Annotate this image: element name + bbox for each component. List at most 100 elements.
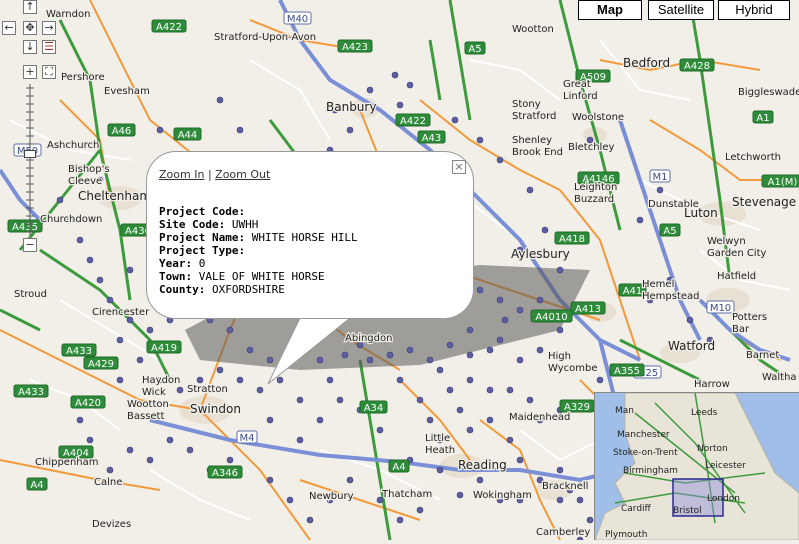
site-marker[interactable]	[266, 476, 274, 484]
site-marker[interactable]	[556, 496, 564, 504]
site-marker[interactable]	[326, 376, 334, 384]
info-zoom-out-link[interactable]: Zoom Out	[215, 168, 270, 181]
site-marker[interactable]	[346, 476, 354, 484]
site-marker[interactable]	[486, 386, 494, 394]
site-marker[interactable]	[496, 156, 504, 164]
site-marker[interactable]	[556, 266, 564, 274]
site-marker[interactable]	[256, 386, 264, 394]
site-marker[interactable]	[226, 326, 234, 334]
site-marker[interactable]	[316, 416, 324, 424]
site-marker[interactable]	[466, 376, 474, 384]
zoom-box-button[interactable]: ⛶	[42, 65, 56, 79]
site-marker[interactable]	[636, 216, 644, 224]
site-marker[interactable]	[556, 326, 564, 334]
site-marker[interactable]	[236, 376, 244, 384]
site-marker[interactable]	[426, 356, 434, 364]
site-marker[interactable]	[456, 491, 464, 499]
site-marker[interactable]	[556, 466, 564, 474]
map-type-hybrid-button[interactable]: Hybrid	[718, 0, 790, 20]
site-marker[interactable]	[586, 516, 594, 524]
zoom-out-button[interactable]: −	[23, 238, 37, 252]
site-marker[interactable]	[146, 326, 154, 334]
site-marker[interactable]	[316, 356, 324, 364]
site-marker[interactable]	[286, 496, 294, 504]
site-marker[interactable]	[516, 456, 524, 464]
site-marker[interactable]	[446, 341, 454, 349]
site-marker[interactable]	[176, 386, 184, 394]
site-marker[interactable]	[406, 346, 414, 354]
site-marker[interactable]	[236, 126, 244, 134]
site-marker[interactable]	[86, 436, 94, 444]
site-marker[interactable]	[426, 416, 434, 424]
site-marker[interactable]	[596, 376, 604, 384]
site-marker[interactable]	[116, 336, 124, 344]
site-marker[interactable]	[136, 356, 144, 364]
site-marker[interactable]	[506, 436, 514, 444]
site-marker[interactable]	[391, 71, 399, 79]
site-marker[interactable]	[246, 346, 254, 354]
site-marker[interactable]	[516, 306, 524, 314]
site-marker[interactable]	[496, 336, 504, 344]
site-marker[interactable]	[536, 296, 544, 304]
site-marker[interactable]	[276, 376, 284, 384]
site-marker[interactable]	[526, 186, 534, 194]
site-marker[interactable]	[366, 86, 374, 94]
site-marker[interactable]	[76, 416, 84, 424]
site-marker[interactable]	[146, 456, 154, 464]
zoom-slider-knob[interactable]	[24, 150, 36, 158]
site-marker[interactable]	[336, 396, 344, 404]
site-marker[interactable]	[296, 396, 304, 404]
site-marker[interactable]	[341, 351, 349, 359]
site-marker[interactable]	[96, 276, 104, 284]
site-marker[interactable]	[396, 516, 404, 524]
site-marker[interactable]	[416, 396, 424, 404]
site-marker[interactable]	[576, 496, 584, 504]
site-marker[interactable]	[396, 101, 404, 109]
site-marker[interactable]	[266, 416, 274, 424]
site-marker[interactable]	[541, 226, 549, 234]
site-marker[interactable]	[486, 346, 494, 354]
site-marker[interactable]	[396, 376, 404, 384]
map-type-map-button[interactable]: Map	[578, 0, 642, 20]
site-marker[interactable]	[196, 376, 204, 384]
site-marker[interactable]	[186, 446, 194, 454]
site-marker[interactable]	[346, 126, 354, 134]
pan-up-button[interactable]: ↑	[23, 0, 37, 14]
site-marker[interactable]	[466, 351, 474, 359]
zoom-in-button[interactable]: +	[23, 65, 37, 79]
center-map-button[interactable]: ✥	[23, 21, 37, 35]
site-marker[interactable]	[376, 426, 384, 434]
site-marker[interactable]	[226, 456, 234, 464]
map-type-satellite-button[interactable]: Satellite	[648, 0, 714, 20]
site-marker[interactable]	[126, 446, 134, 454]
site-marker[interactable]	[451, 116, 459, 124]
site-marker[interactable]	[126, 266, 134, 274]
site-marker[interactable]	[166, 436, 174, 444]
info-zoom-in-link[interactable]: Zoom In	[159, 168, 204, 181]
zoom-slider[interactable]	[23, 84, 37, 236]
site-marker[interactable]	[266, 356, 274, 364]
site-marker[interactable]	[116, 376, 124, 384]
site-marker[interactable]	[106, 296, 114, 304]
site-marker[interactable]	[476, 476, 484, 484]
pan-down-button[interactable]: ↓	[23, 40, 37, 54]
site-marker[interactable]	[456, 406, 464, 414]
site-marker[interactable]	[406, 81, 414, 89]
site-marker[interactable]	[526, 396, 534, 404]
site-marker[interactable]	[306, 516, 314, 524]
site-marker[interactable]	[296, 436, 304, 444]
site-marker[interactable]	[216, 366, 224, 374]
site-marker[interactable]	[436, 466, 444, 474]
site-marker[interactable]	[476, 286, 484, 294]
site-marker[interactable]	[466, 326, 474, 334]
site-marker[interactable]	[86, 256, 94, 264]
site-marker[interactable]	[76, 236, 84, 244]
site-marker[interactable]	[216, 96, 224, 104]
site-marker[interactable]	[506, 386, 514, 394]
overview-map[interactable]: Man Leeds Manchester Norton Stoke-on-Trent Bi…	[594, 392, 799, 541]
site-marker[interactable]	[476, 136, 484, 144]
site-marker[interactable]	[486, 416, 494, 424]
site-marker[interactable]	[366, 356, 374, 364]
site-marker[interactable]	[436, 366, 444, 374]
site-marker[interactable]	[56, 196, 64, 204]
